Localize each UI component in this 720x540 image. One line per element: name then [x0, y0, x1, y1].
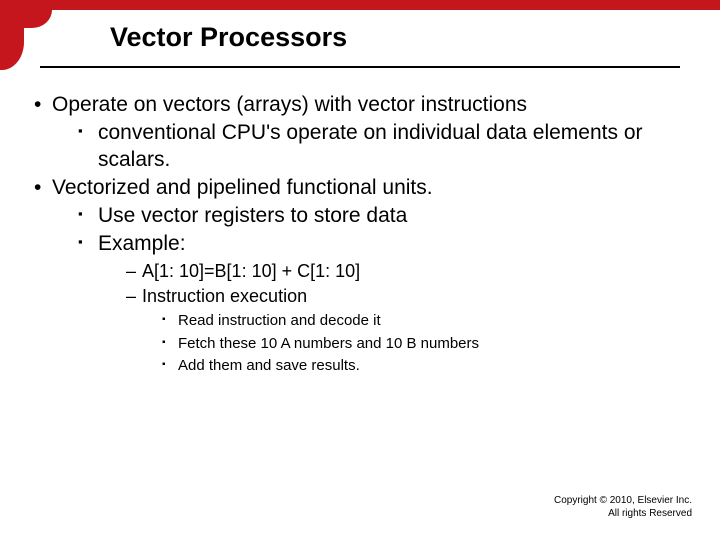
bullet-level4: Read instruction and decode it: [30, 310, 690, 333]
bullet-level4: Add them and save results.: [30, 355, 690, 378]
slide-header: Vector Processors: [0, 0, 720, 78]
copyright-line: Copyright © 2010, Elsevier Inc.: [554, 495, 692, 508]
copyright-text: Copyright © 2010, Elsevier Inc. All righ…: [554, 495, 692, 520]
bullet-level4: Fetch these 10 A numbers and 10 B number…: [30, 333, 690, 356]
bullet-level1: Operate on vectors (arrays) with vector …: [30, 92, 690, 118]
slide-title: Vector Processors: [110, 22, 347, 53]
header-red-bar-left: [0, 10, 24, 70]
bullet-level2: Example:: [30, 231, 690, 257]
bullet-level3: Instruction execution: [30, 285, 690, 308]
slide-content: Operate on vectors (arrays) with vector …: [30, 92, 690, 378]
bullet-level2: conventional CPU's operate on individual…: [30, 120, 690, 173]
bullet-level1: Vectorized and pipelined functional unit…: [30, 175, 690, 201]
title-underline: [40, 66, 680, 68]
bullet-level2: Use vector registers to store data: [30, 203, 690, 229]
header-red-bar-top: [0, 0, 720, 10]
copyright-line: All rights Reserved: [554, 508, 692, 521]
bullet-level3: A[1: 10]=B[1: 10] + C[1: 10]: [30, 260, 690, 283]
